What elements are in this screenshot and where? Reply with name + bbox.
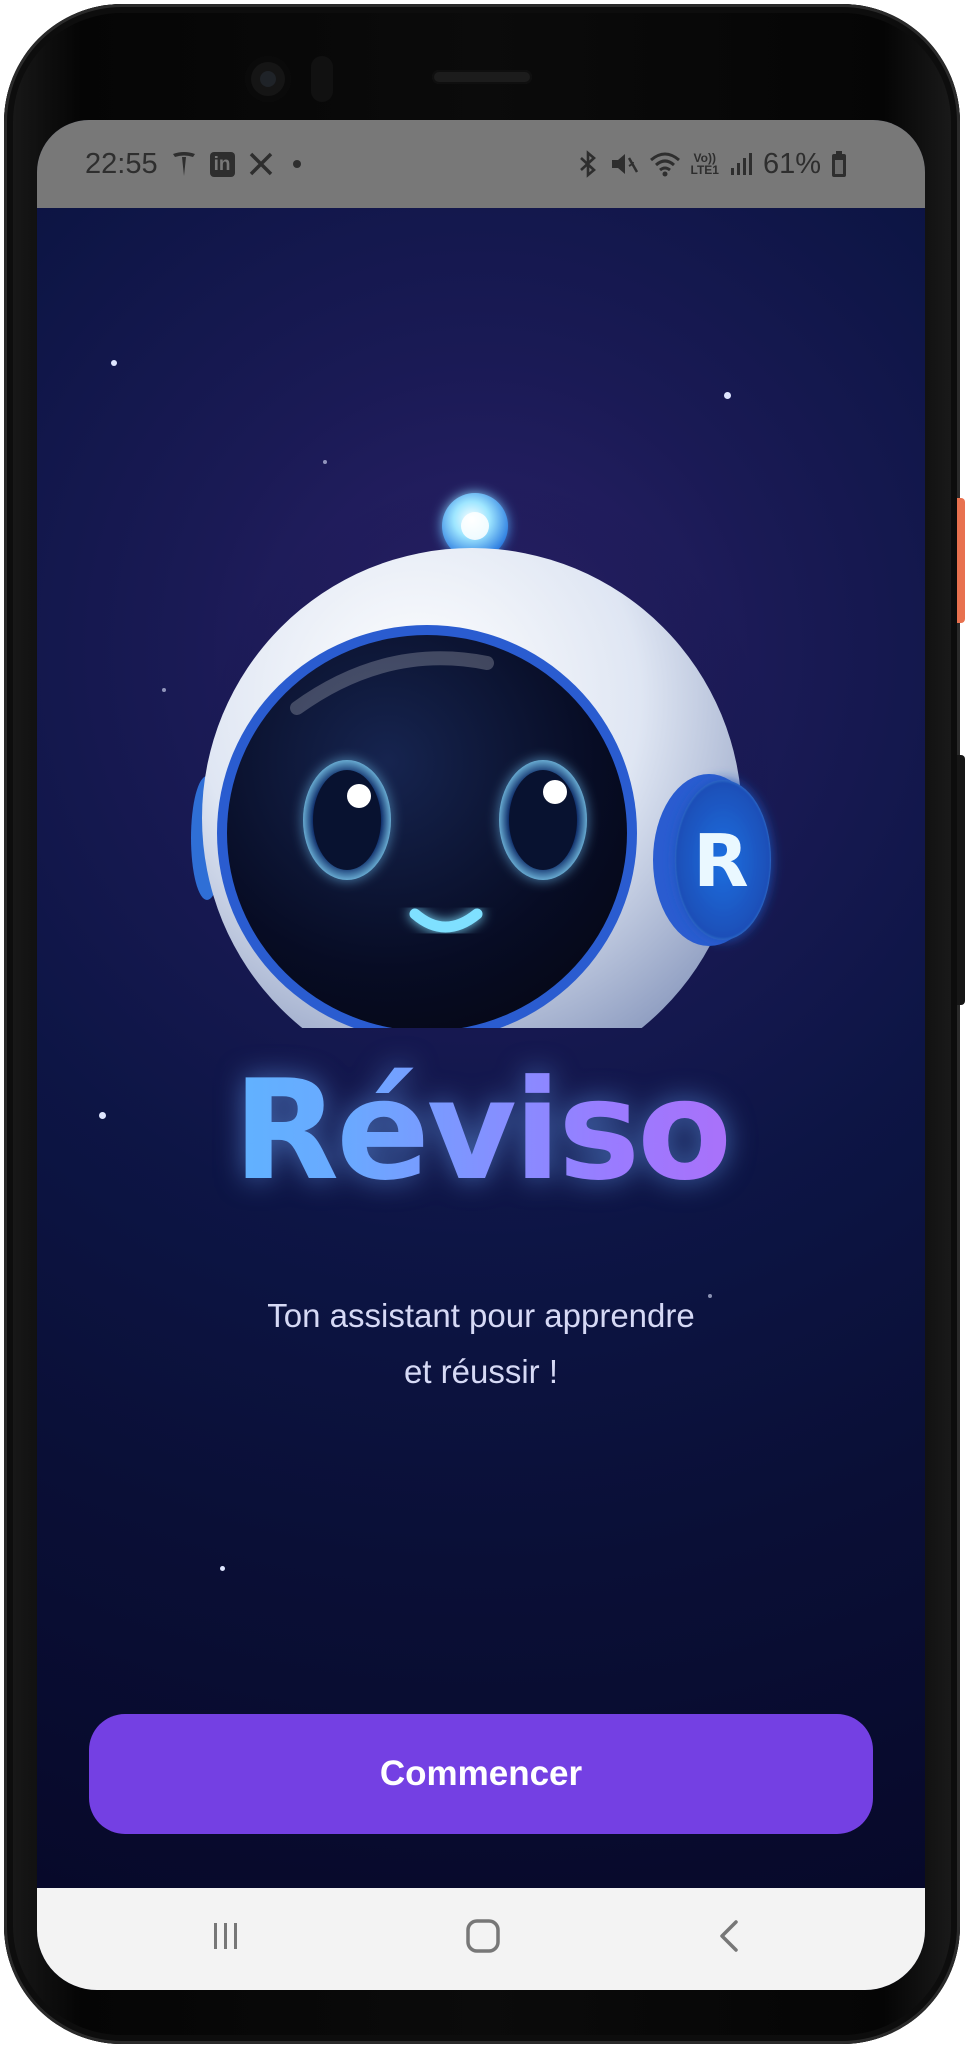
x-icon [249, 152, 273, 176]
star-decoration [111, 360, 117, 366]
tagline-line-1: Ton assistant pour apprendre [267, 1297, 695, 1334]
tagline: Ton assistant pour apprendre et réussir … [181, 1288, 781, 1400]
signal-icon [729, 152, 753, 176]
star-decoration [162, 688, 166, 692]
linkedin-icon: in [209, 151, 235, 177]
vibrate-icon [609, 150, 639, 178]
system-nav-bar [37, 1888, 925, 1990]
robot-mascot-icon: R [191, 478, 777, 1028]
mascot-badge-label: R [693, 819, 748, 903]
start-button[interactable]: Commencer [89, 1714, 873, 1834]
device-frame: 22:55 in Vo)) LTE1 61% R Réviso Ton assi… [0, 0, 965, 2048]
screen: 22:55 in Vo)) LTE1 61% R Réviso Ton assi… [37, 120, 925, 1990]
front-camera [245, 56, 291, 102]
tagline-line-2: et réussir ! [403, 1353, 559, 1390]
proximity-sensor [311, 56, 333, 102]
welcome-screen: R Réviso Ton assistant pour apprendre et… [37, 208, 925, 1888]
battery-icon [831, 150, 847, 178]
back-icon[interactable] [685, 1906, 775, 1966]
recents-icon[interactable] [181, 1906, 271, 1966]
home-icon[interactable] [438, 1906, 528, 1966]
brand-title: Réviso [37, 1050, 925, 1211]
power-button [957, 498, 965, 623]
volume-button [957, 755, 965, 1005]
status-time: 22:55 [85, 147, 158, 180]
volte-icon: Vo)) LTE1 [690, 151, 719, 177]
star-decoration [724, 392, 731, 399]
wifi-icon [649, 151, 681, 177]
status-bar: 22:55 in Vo)) LTE1 61% [37, 120, 925, 208]
star-decoration [323, 460, 327, 464]
star-decoration [220, 1566, 225, 1571]
bluetooth-icon [577, 150, 599, 178]
dot-icon [287, 154, 307, 174]
earpiece-speaker [432, 70, 532, 84]
battery-percent: 61% [762, 147, 821, 180]
tesla-icon [172, 151, 196, 177]
